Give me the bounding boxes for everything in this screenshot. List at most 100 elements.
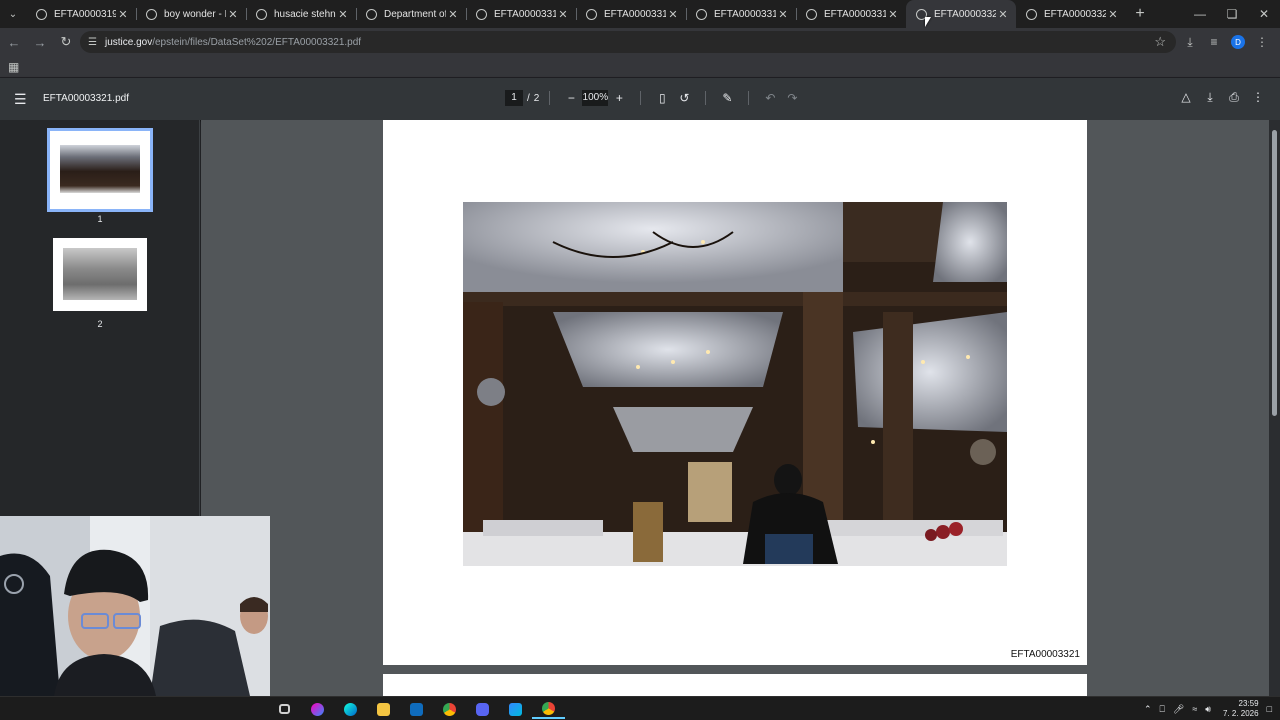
thumbnail-label: 1 [97, 214, 103, 224]
browser-tab-active[interactable]: EFTA00003321.pd✕ [906, 0, 1016, 28]
download-icon[interactable]: ⤓ [1178, 30, 1202, 54]
close-window-icon[interactable]: ✕ [1248, 0, 1280, 28]
globe-icon [806, 8, 817, 20]
more-menu-icon[interactable]: ⋮ [1250, 30, 1274, 54]
minimize-icon[interactable]: — [1184, 0, 1216, 28]
page-footer-id: EFTA00003321 [1010, 649, 1080, 660]
total-pages: 2 [533, 92, 540, 104]
close-icon[interactable]: ✕ [886, 8, 900, 21]
restore-icon[interactable]: ❏ [1216, 0, 1248, 28]
tab-search-chevron-icon[interactable]: ⌄ [0, 0, 26, 28]
wifi-icon[interactable]: ≈ [1192, 704, 1197, 714]
tab-title: EFTA00003321.pd [934, 8, 996, 20]
pdf-actions: △ ⤓ ⎙ ⋮ [1174, 90, 1270, 105]
address-bar[interactable]: ☰ justice.gov/epstein/files/DataSet%202/… [80, 31, 1176, 53]
taskbar-apps [268, 699, 565, 719]
close-icon[interactable]: ✕ [336, 8, 350, 21]
close-icon[interactable]: ✕ [116, 8, 130, 21]
chrome-icon[interactable] [433, 699, 466, 719]
bookmarks-bar: ▦ [0, 56, 1280, 78]
browser-tab[interactable]: EFTA00003319.pd✕ [796, 0, 906, 28]
hamburger-menu-icon[interactable]: ☰ [14, 91, 27, 108]
media-controls-icon[interactable]: ≡ [1202, 30, 1226, 54]
zoom-in-icon[interactable]: + [608, 91, 630, 105]
tab-title: EFTA00003198.pd [54, 8, 116, 20]
fit-page-icon[interactable]: ▯ [651, 91, 673, 105]
divider [748, 91, 750, 105]
browser-tab[interactable]: boy wonder - Hla✕ [136, 0, 246, 28]
print-icon[interactable]: ⎙ [1222, 90, 1246, 105]
browser-tab[interactable]: EFTA00003198.pd✕ [26, 0, 136, 28]
notification-icon[interactable]: □ [1267, 704, 1272, 714]
tab-title: EFTA00003323.pd [1044, 8, 1106, 20]
thumbnail-image [60, 145, 140, 193]
network-adapter-icon[interactable]: ⎕ [1160, 704, 1165, 715]
clock-time: 23:59 [1238, 699, 1259, 708]
apps-grid-icon[interactable]: ▦ [8, 60, 19, 74]
seal-icon [366, 8, 377, 20]
reload-icon[interactable]: ↻ [54, 30, 78, 54]
microphone-icon[interactable]: 🎤︎ [1173, 704, 1184, 715]
download-pdf-icon[interactable]: ⤓ [1198, 90, 1222, 105]
tab-title: EFTA00003317.pd [604, 8, 666, 20]
divider [640, 91, 642, 105]
profile-avatar[interactable]: D [1231, 35, 1245, 49]
redo-icon[interactable]: ↷ [781, 91, 803, 105]
url-path: /epstein/files/DataSet%202/EFTA00003321.… [152, 36, 362, 48]
file-explorer-icon[interactable] [367, 699, 400, 719]
page-thumbnail-1[interactable] [47, 128, 153, 212]
tab-title: husacie stehná - [274, 8, 336, 20]
viewer-scrollbar[interactable] [1269, 120, 1280, 696]
scrollbar-thumb[interactable] [1272, 130, 1277, 416]
edge-icon[interactable] [334, 699, 367, 719]
browser-tab[interactable]: EFTA00003316.pd✕ [466, 0, 576, 28]
site-info-icon[interactable]: ☰ [88, 37, 97, 48]
url-host: justice.gov [104, 36, 153, 48]
browser-tab[interactable]: Department of Ju✕ [356, 0, 466, 28]
pdf-file-name: EFTA00003321.pdf [43, 93, 129, 104]
task-view-icon[interactable] [268, 699, 301, 719]
close-icon[interactable]: ✕ [1106, 8, 1120, 21]
browser-tab[interactable]: husacie stehná -✕ [246, 0, 356, 28]
pdf-more-icon[interactable]: ⋮ [1246, 90, 1270, 105]
bookmark-star-icon[interactable]: ☆ [1154, 34, 1166, 50]
toolbar-actions: ⤓ ≡ D ⋮ [1178, 30, 1274, 54]
close-icon[interactable]: ✕ [226, 8, 240, 21]
chrome-active-icon[interactable] [532, 699, 565, 719]
chevron-up-icon[interactable]: ⌃ [1144, 704, 1152, 715]
discord-icon[interactable] [466, 699, 499, 719]
photos-icon[interactable] [499, 699, 532, 719]
divider [705, 91, 707, 105]
outlook-icon[interactable] [400, 699, 433, 719]
close-icon[interactable]: ✕ [776, 8, 790, 21]
volume-icon[interactable]: 🔊︎ [1205, 704, 1211, 715]
annotate-pen-icon[interactable]: ✎ [716, 91, 738, 105]
browser-tab[interactable]: EFTA00003323.pd✕ [1016, 0, 1126, 28]
browser-tab[interactable]: EFTA00003318.pd✕ [686, 0, 796, 28]
pdf-viewer[interactable]: EFTA00003321 [201, 120, 1269, 704]
rotate-icon[interactable]: ↺ [673, 91, 695, 105]
page-number-input[interactable]: 1 [505, 90, 523, 106]
new-tab-button[interactable]: + [1126, 5, 1154, 23]
browser-tab[interactable]: EFTA00003317.pd✕ [576, 0, 686, 28]
pdf-toolbar: ☰ EFTA00003321.pdf 1 / 2 − 100% + ▯ ↺ ✎ … [0, 78, 1280, 120]
system-tray: ⌃ ⎕ 🎤︎ ≈ 🔊︎ 23:59 7. 2. 2026 □ [1136, 699, 1272, 719]
clock[interactable]: 23:59 7. 2. 2026 [1223, 699, 1259, 719]
back-arrow-icon[interactable]: ← [2, 30, 26, 54]
globe-icon [476, 8, 487, 20]
close-icon[interactable]: ✕ [556, 8, 570, 21]
page-thumbnail-2[interactable] [53, 238, 147, 311]
close-icon[interactable]: ✕ [996, 8, 1010, 21]
globe-icon [586, 8, 597, 20]
zoom-level-input[interactable]: 100% [582, 90, 609, 106]
forward-arrow-icon[interactable]: → [28, 30, 52, 54]
zoom-out-icon[interactable]: − [560, 91, 582, 105]
tab-title: EFTA00003316.pd [494, 8, 556, 20]
pdf-page-1: EFTA00003321 [383, 120, 1087, 665]
close-icon[interactable]: ✕ [446, 8, 460, 21]
drive-save-icon[interactable]: △ [1174, 90, 1198, 105]
copilot-icon[interactable] [301, 699, 334, 719]
undo-icon[interactable]: ↶ [759, 91, 781, 105]
close-icon[interactable]: ✕ [666, 8, 680, 21]
globe-icon [36, 8, 47, 20]
